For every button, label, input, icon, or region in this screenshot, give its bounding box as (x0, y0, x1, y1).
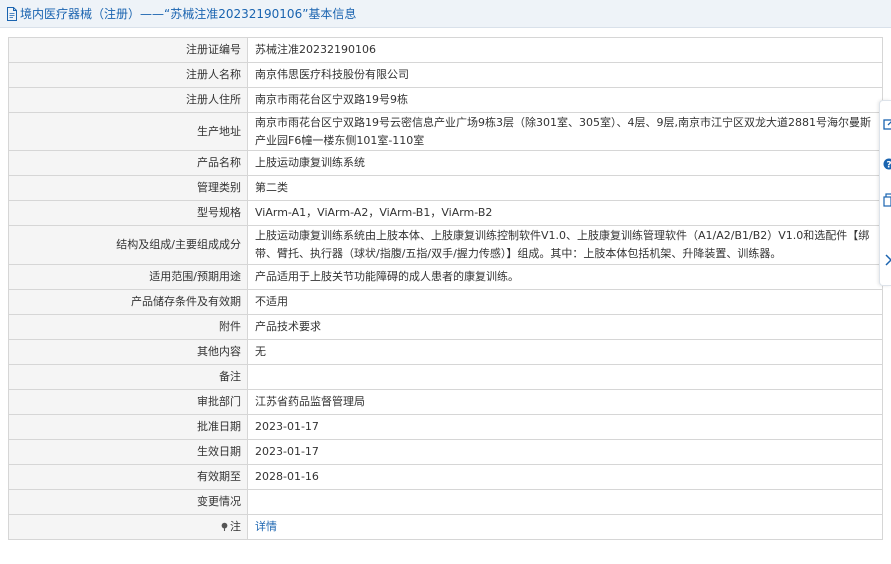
row-label: 注册证编号 (8, 37, 248, 63)
note-label: 注 (230, 520, 241, 533)
page-title: 境内医疗器械（注册）——“苏械注准20232190106”基本信息 (20, 7, 357, 21)
info-table: 注册证编号 苏械注准20232190106 注册人名称 南京伟思医疗科技股份有限… (8, 37, 883, 540)
title-bar: 境内医疗器械（注册）——“苏械注准20232190106”基本信息 (0, 0, 891, 28)
row-value: 上肢运动康复训练系统 (247, 150, 883, 176)
row-label: 变更情况 (8, 489, 248, 515)
pin-icon (221, 522, 228, 531)
row-value: 南京市雨花台区宁双路19号云密信息产业广场9栋3层（除301室、305室）、4层… (247, 112, 883, 151)
row-value: 上肢运动康复训练系统由上肢本体、上肢康复训练控制软件V1.0、上肢康复训练管理软… (247, 225, 883, 265)
copy-icon[interactable] (883, 193, 891, 207)
row-label: 型号规格 (8, 200, 248, 226)
row-label: 备注 (8, 364, 248, 390)
chevron-right-icon[interactable] (883, 253, 891, 267)
row-value: 2023-01-17 (247, 414, 883, 440)
table-row-effective-date: 生效日期 2023-01-17 (8, 439, 883, 465)
row-label: 批准日期 (8, 414, 248, 440)
table-row-structure: 结构及组成/主要组成成分 上肢运动康复训练系统由上肢本体、上肢康复训练控制软件V… (8, 225, 883, 265)
detail-link[interactable]: 详情 (255, 520, 277, 533)
table-row-production-address: 生产地址 南京市雨花台区宁双路19号云密信息产业广场9栋3层（除301室、305… (8, 112, 883, 151)
table-row-product-name: 产品名称 上肢运动康复训练系统 (8, 150, 883, 176)
row-label: 适用范围/预期用途 (8, 264, 248, 290)
row-label: 有效期至 (8, 464, 248, 490)
row-label: 管理类别 (8, 175, 248, 201)
table-row-model-spec: 型号规格 ViArm-A1，ViArm-A2，ViArm-B1，ViArm-B2 (8, 200, 883, 226)
row-value: 不适用 (247, 289, 883, 315)
row-label: 结构及组成/主要组成成分 (8, 225, 248, 265)
help-icon[interactable]: ? (883, 157, 891, 171)
table-row-cert-number: 注册证编号 苏械注准20232190106 (8, 37, 883, 63)
note-label-cell: 注 (8, 514, 248, 540)
table-row-other: 其他内容 无 (8, 339, 883, 365)
table-row-attachment: 附件 产品技术要求 (8, 314, 883, 340)
svg-text:?: ? (886, 161, 891, 171)
row-value (247, 489, 883, 515)
table-row-approval-date: 批准日期 2023-01-17 (8, 414, 883, 440)
row-value: ViArm-A1，ViArm-A2，ViArm-B1，ViArm-B2 (247, 200, 883, 226)
page: 境内医疗器械（注册）——“苏械注准20232190106”基本信息 注册证编号 … (0, 0, 891, 564)
note-value-cell: 详情 (247, 514, 883, 540)
row-value: 南京伟思医疗科技股份有限公司 (247, 62, 883, 88)
row-label: 审批部门 (8, 389, 248, 415)
document-icon (7, 6, 17, 21)
row-label: 生效日期 (8, 439, 248, 465)
row-value: 苏械注准20232190106 (247, 37, 883, 63)
row-label: 注册人名称 (8, 62, 248, 88)
table-row-remarks: 备注 (8, 364, 883, 390)
row-value (247, 364, 883, 390)
row-label: 生产地址 (8, 112, 248, 151)
table-row-storage: 产品储存条件及有效期 不适用 (8, 289, 883, 315)
row-value: 南京市雨花台区宁双路19号9栋 (247, 87, 883, 113)
row-value: 2028-01-16 (247, 464, 883, 490)
row-label: 附件 (8, 314, 248, 340)
row-label: 产品名称 (8, 150, 248, 176)
table-row-note: 注 详情 (8, 514, 883, 540)
table-row-registrant-name: 注册人名称 南京伟思医疗科技股份有限公司 (8, 62, 883, 88)
row-label: 注册人住所 (8, 87, 248, 113)
row-label: 其他内容 (8, 339, 248, 365)
row-value: 无 (247, 339, 883, 365)
table-row-approval-dept: 审批部门 江苏省药品监督管理局 (8, 389, 883, 415)
table-row-changes: 变更情况 (8, 489, 883, 515)
side-toolbar: ? (879, 100, 891, 286)
row-value: 江苏省药品监督管理局 (247, 389, 883, 415)
table-row-management-class: 管理类别 第二类 (8, 175, 883, 201)
table-row-valid-until: 有效期至 2028-01-16 (8, 464, 883, 490)
table-row-intended-use: 适用范围/预期用途 产品适用于上肢关节功能障碍的成人患者的康复训练。 (8, 264, 883, 290)
external-link-icon[interactable] (883, 117, 891, 131)
row-value: 产品技术要求 (247, 314, 883, 340)
row-value: 产品适用于上肢关节功能障碍的成人患者的康复训练。 (247, 264, 883, 290)
row-label: 产品储存条件及有效期 (8, 289, 248, 315)
table-row-registrant-address: 注册人住所 南京市雨花台区宁双路19号9栋 (8, 87, 883, 113)
row-value: 第二类 (247, 175, 883, 201)
row-value: 2023-01-17 (247, 439, 883, 465)
